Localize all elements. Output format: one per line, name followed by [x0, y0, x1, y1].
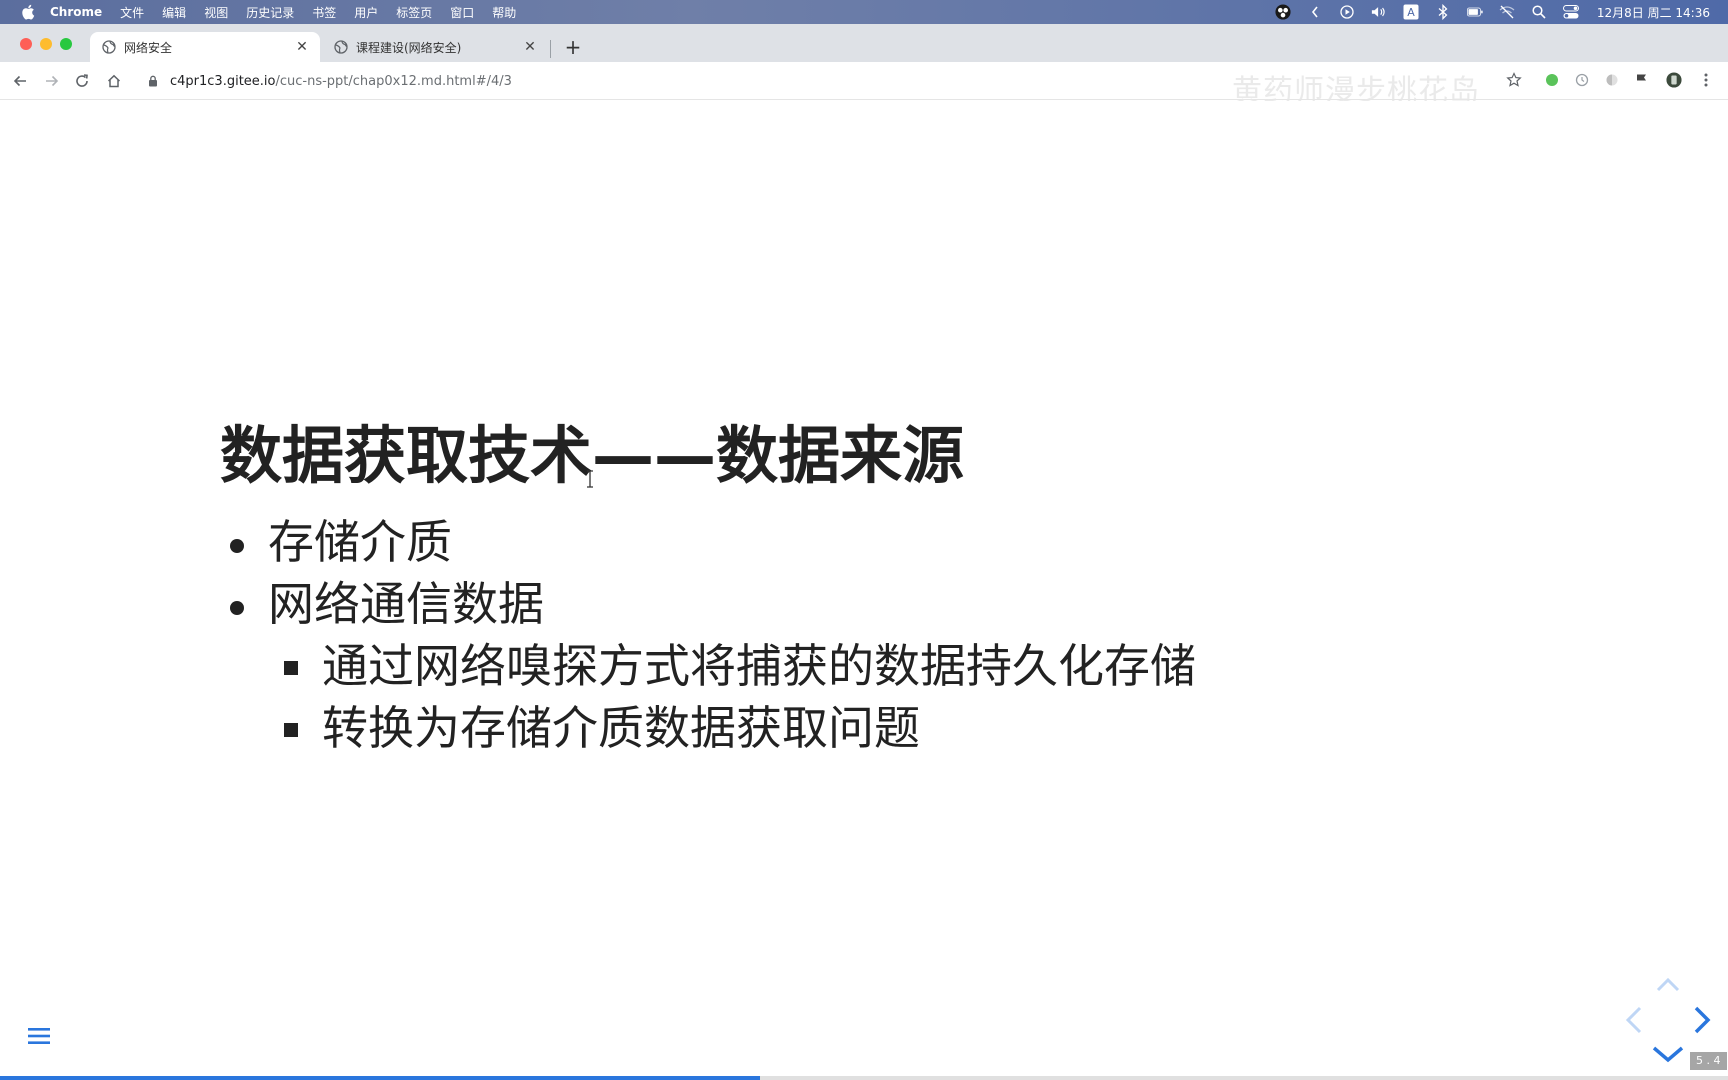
url-path: /cuc-ns-ppt/chap0x12.md.html#/4/3	[275, 73, 512, 89]
back-arrow-icon[interactable]	[10, 71, 30, 91]
bullet-square	[284, 723, 298, 737]
tab-separator	[550, 40, 551, 58]
bullet-text: 存储介质	[268, 515, 452, 569]
sub-bullet-text: 转换为存储介质数据获取问题	[322, 701, 920, 755]
slide-number: 5 . 4	[1690, 1052, 1727, 1070]
tab-network-security[interactable]: 网络安全 ✕	[90, 32, 320, 62]
tab-title: 课程建设(网络安全)	[356, 40, 462, 55]
slide-bullet-list: 存储介质 网络通信数据 通过网络嗅探方式将捕获的数据持久化存储 转换为存储介质数…	[230, 511, 1196, 759]
list-item: 存储介质	[230, 511, 1196, 573]
control-center-icon[interactable]	[1562, 4, 1579, 20]
spotlight-search-icon[interactable]	[1531, 4, 1547, 20]
input-method-label: A	[1407, 6, 1415, 19]
menu-app-name[interactable]: Chrome	[50, 5, 102, 19]
globe-icon	[102, 40, 116, 54]
input-method-icon[interactable]: A	[1403, 4, 1419, 20]
menu-profiles[interactable]: 用户	[354, 4, 378, 21]
apple-menu-icon[interactable]	[20, 4, 36, 20]
wifi-off-icon[interactable]	[1499, 4, 1515, 20]
home-icon[interactable]	[104, 71, 124, 91]
nav-right-arrow-icon[interactable]	[1694, 1006, 1711, 1034]
chevron-left-icon[interactable]	[1307, 4, 1323, 20]
url-text: c4pr1c3.gitee.io/cuc-ns-ppt/chap0x12.md.…	[170, 74, 512, 89]
bullet-square	[284, 661, 298, 675]
list-item: 网络通信数据	[230, 573, 1196, 635]
bookmark-star-icon[interactable]	[1506, 72, 1522, 88]
extension-clock-icon[interactable]	[1574, 72, 1590, 88]
battery-icon[interactable]	[1466, 4, 1483, 20]
menu-view[interactable]: 视图	[204, 4, 228, 21]
nav-up-arrow-icon[interactable]	[1656, 977, 1680, 992]
progress-fill	[0, 1076, 761, 1080]
window-zoom-button[interactable]	[60, 38, 72, 50]
bullet-dot	[230, 601, 244, 615]
extension-half-circle-icon[interactable]	[1604, 72, 1620, 88]
bullet-dot	[230, 539, 244, 553]
nav-left-arrow-icon[interactable]	[1625, 1006, 1642, 1034]
text-cursor-icon	[584, 470, 596, 488]
tab-title: 网络安全	[124, 40, 173, 55]
volume-icon[interactable]	[1371, 4, 1387, 20]
menu-bookmarks[interactable]: 书签	[312, 4, 336, 21]
new-tab-plus-icon[interactable]: +	[564, 35, 582, 59]
menubar-status-area: A 12月8日 周二 14:36	[1259, 0, 1710, 24]
chrome-menu-kebab-icon[interactable]	[1698, 72, 1714, 88]
play-circle-icon[interactable]	[1339, 4, 1355, 20]
menu-window[interactable]: 窗口	[450, 4, 474, 21]
slide-menu-hamburger-icon[interactable]	[28, 1026, 50, 1046]
macos-menubar: Chrome 文件 编辑 视图 历史记录 书签 用户 标签页 窗口 帮助 A 1…	[0, 0, 1728, 24]
obs-icon[interactable]	[1275, 4, 1291, 20]
sub-list-item: 转换为存储介质数据获取问题	[230, 697, 1196, 759]
menu-help[interactable]: 帮助	[492, 4, 516, 21]
slide-navigation-controls	[1618, 972, 1718, 1064]
presentation-slide: 数据获取技术——数据来源 存储介质 网络通信数据 通过网络嗅探方式将捕获的数据持…	[0, 101, 1728, 1076]
extension-green-dot-icon[interactable]	[1544, 72, 1560, 88]
menu-history[interactable]: 历史记录	[246, 4, 294, 21]
profile-avatar-icon[interactable]	[1666, 72, 1682, 88]
menu-file[interactable]: 文件	[120, 4, 144, 21]
forward-arrow-icon[interactable]	[42, 71, 62, 91]
extension-flag-icon[interactable]	[1634, 72, 1650, 88]
window-minimize-button[interactable]	[40, 38, 52, 50]
window-close-button[interactable]	[20, 38, 32, 50]
lock-icon[interactable]	[146, 74, 160, 88]
bullet-text: 网络通信数据	[268, 577, 544, 631]
sub-list-item: 通过网络嗅探方式将捕获的数据持久化存储	[230, 635, 1196, 697]
globe-icon	[334, 40, 348, 54]
sub-bullet-text: 通过网络嗅探方式将捕获的数据持久化存储	[322, 639, 1196, 693]
reload-icon[interactable]	[72, 71, 92, 91]
slide-progress-bar[interactable]	[0, 1076, 1728, 1080]
nav-down-arrow-icon[interactable]	[1652, 1046, 1684, 1063]
tab-close-icon[interactable]: ✕	[522, 39, 538, 55]
chrome-tab-strip: 网络安全 ✕ 课程建设(网络安全) ✕	[0, 24, 1728, 62]
url-host: c4pr1c3.gitee.io	[170, 73, 276, 89]
bluetooth-icon[interactable]	[1435, 4, 1451, 20]
menu-tab[interactable]: 标签页	[396, 4, 432, 21]
menu-edit[interactable]: 编辑	[162, 4, 186, 21]
menubar-clock[interactable]: 12月8日 周二 14:36	[1597, 4, 1710, 21]
chrome-toolbar: c4pr1c3.gitee.io/cuc-ns-ppt/chap0x12.md.…	[0, 62, 1728, 109]
tab-course-building[interactable]: 课程建设(网络安全) ✕	[322, 32, 548, 62]
tab-close-icon[interactable]: ✕	[294, 39, 310, 55]
